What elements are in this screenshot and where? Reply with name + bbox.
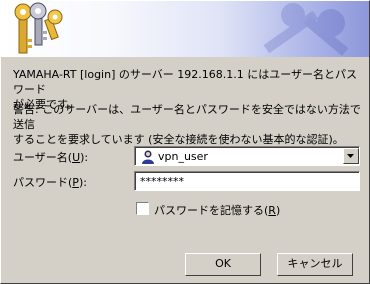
security-warning-line2: することを要求しています (安全な接続を使わない基本的な認証)。 [13,133,344,146]
username-value: vpn_user [158,150,208,163]
login-dialog: YAMAHA-RT [login] のサーバー 192.168.1.1 にはユー… [0,0,370,284]
password-value: ******** [140,175,184,188]
keys-icon [14,2,349,56]
ok-button[interactable]: OK [185,253,261,276]
security-warning-line1: 警告: このサーバーは、ユーザー名とパスワードを安全ではない方法で送信 [13,103,361,131]
remember-password-checkbox[interactable] [136,202,149,215]
user-icon [142,150,154,164]
username-label: ユーザー名(U): [13,151,89,164]
username-combobox[interactable]: vpn_user [134,146,360,166]
auth-message-line1: YAMAHA-RT [login] のサーバー 192.168.1.1 にはユー… [13,68,358,96]
password-field[interactable]: ******** [134,171,360,191]
remember-password-label[interactable]: パスワードを記憶する(R) [154,202,280,218]
security-warning: 警告: このサーバーは、ユーザー名とパスワードを安全ではない方法で送信 すること… [13,102,363,147]
chevron-down-icon [347,154,354,158]
banner [1,1,369,57]
dropdown-button[interactable] [343,148,359,164]
cancel-button[interactable]: キャンセル [277,253,353,276]
password-label: パスワード(P): [13,176,87,189]
